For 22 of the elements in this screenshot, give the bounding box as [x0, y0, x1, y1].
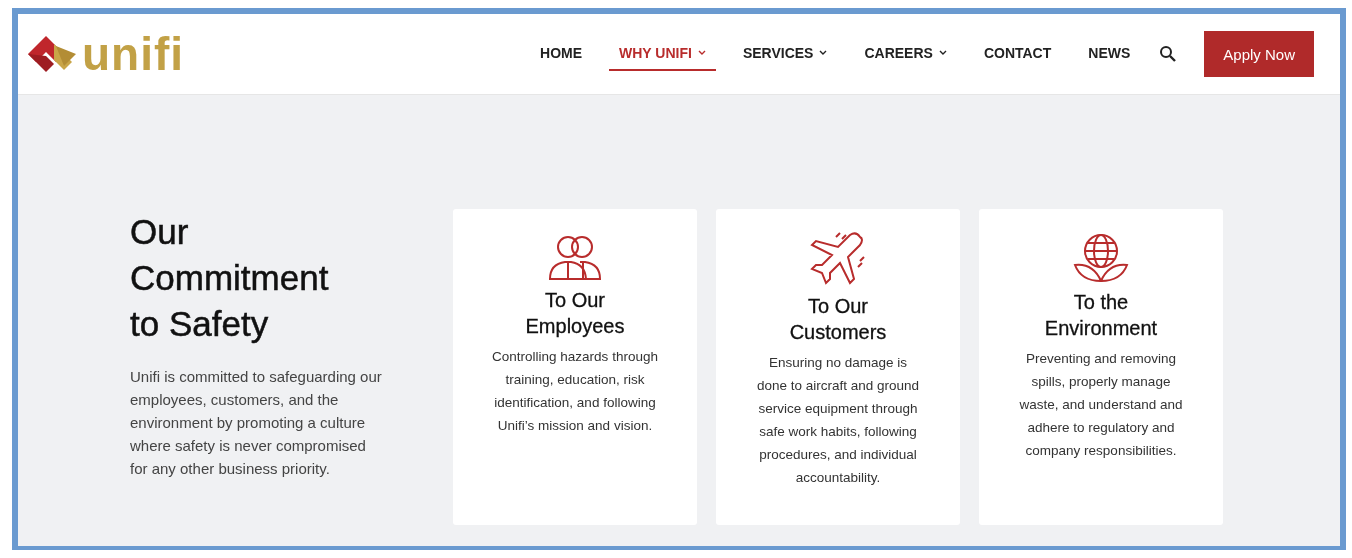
card-description: Preventing and removing spills, properly manage waste, and understand and adhere to regulatory and company responsibilities. [1018, 350, 1184, 460]
search-icon[interactable] [1159, 45, 1178, 63]
intro-paragraph: Unifi is committed to safeguarding our employees, customers, and the environment by promoting a culture where safety is never compromised for any other business priority. [130, 367, 383, 479]
section-heading: Our Commitment to Safety [130, 211, 330, 345]
chevron-down-icon [819, 50, 828, 56]
nav-link[interactable]: CAREERS [864, 37, 947, 71]
nav-link[interactable]: CONTACT [983, 37, 1052, 71]
airplane-icon [808, 231, 868, 287]
apply-now-button[interactable]: Apply Now [1204, 31, 1314, 77]
nav-link[interactable]: SERVICES [742, 37, 828, 71]
nav-link[interactable]: HOME [540, 37, 582, 71]
card-description: Controlling hazards through training, education, risk identification, and following Unifi’s mission and vision. [492, 348, 658, 435]
card-title: To the Environment [1043, 290, 1159, 341]
chevron-down-icon [938, 50, 947, 56]
diamond-logo-icon [26, 34, 78, 74]
nav-link[interactable]: NEWS [1088, 37, 1131, 71]
chevron-down-icon [697, 50, 706, 56]
nav-link[interactable]: WHY UNIFI [609, 37, 716, 71]
card-description: Ensuring no damage is done to aircraft and ground service equipment through safe work habits, following procedures, and individual accountability. [755, 354, 921, 487]
globe-with-leaves-icon [1071, 231, 1131, 283]
card-title: To Our Customers [788, 294, 888, 345]
card-title: To Our Employees [524, 288, 626, 339]
